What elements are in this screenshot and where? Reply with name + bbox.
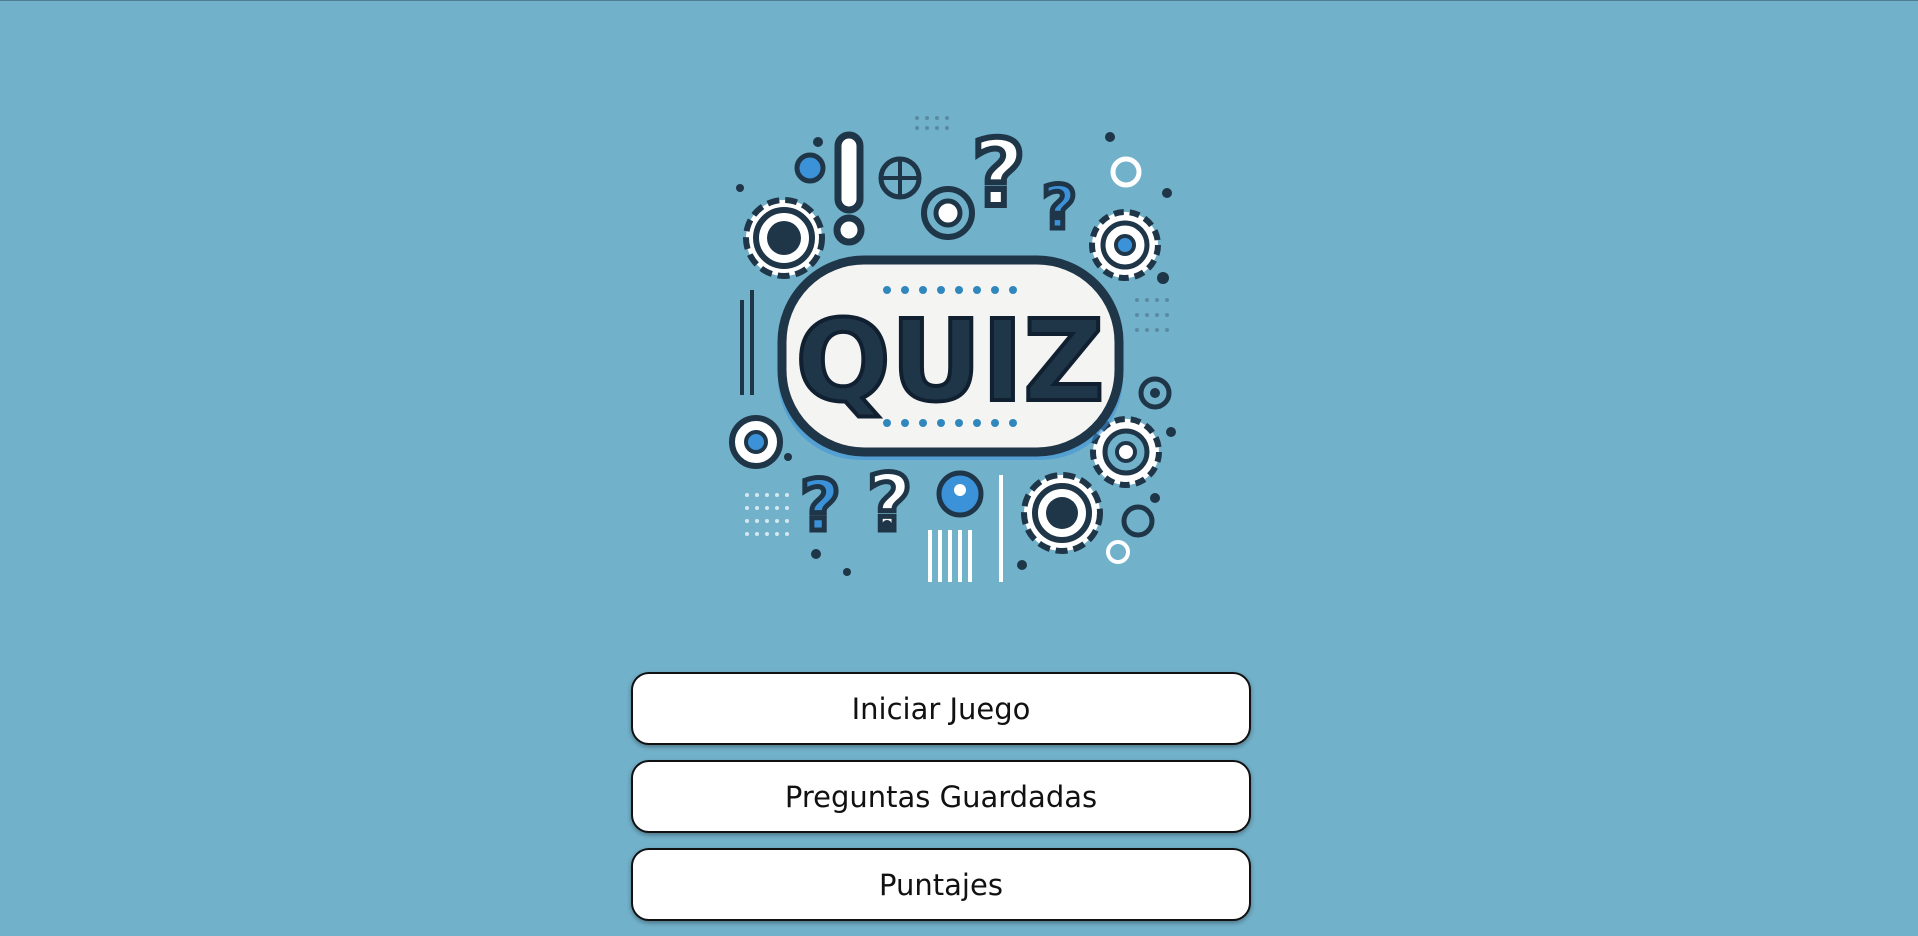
- start-game-button[interactable]: Iniciar Juego: [631, 672, 1251, 745]
- main-menu: Iniciar Juego Preguntas Guardadas Puntaj…: [631, 672, 1251, 936]
- svg-text:?: ?: [867, 459, 912, 549]
- svg-text:?: ?: [1042, 173, 1077, 243]
- quiz-logo-icon: ? ? QUIZ ? ?: [722, 110, 1192, 600]
- top-border: [0, 0, 1918, 1]
- scores-button[interactable]: Puntajes: [631, 848, 1251, 921]
- svg-text:?: ?: [800, 465, 841, 547]
- svg-text:?: ?: [972, 120, 1025, 227]
- saved-questions-button[interactable]: Preguntas Guardadas: [631, 760, 1251, 833]
- svg-text:QUIZ: QUIZ: [795, 297, 1104, 427]
